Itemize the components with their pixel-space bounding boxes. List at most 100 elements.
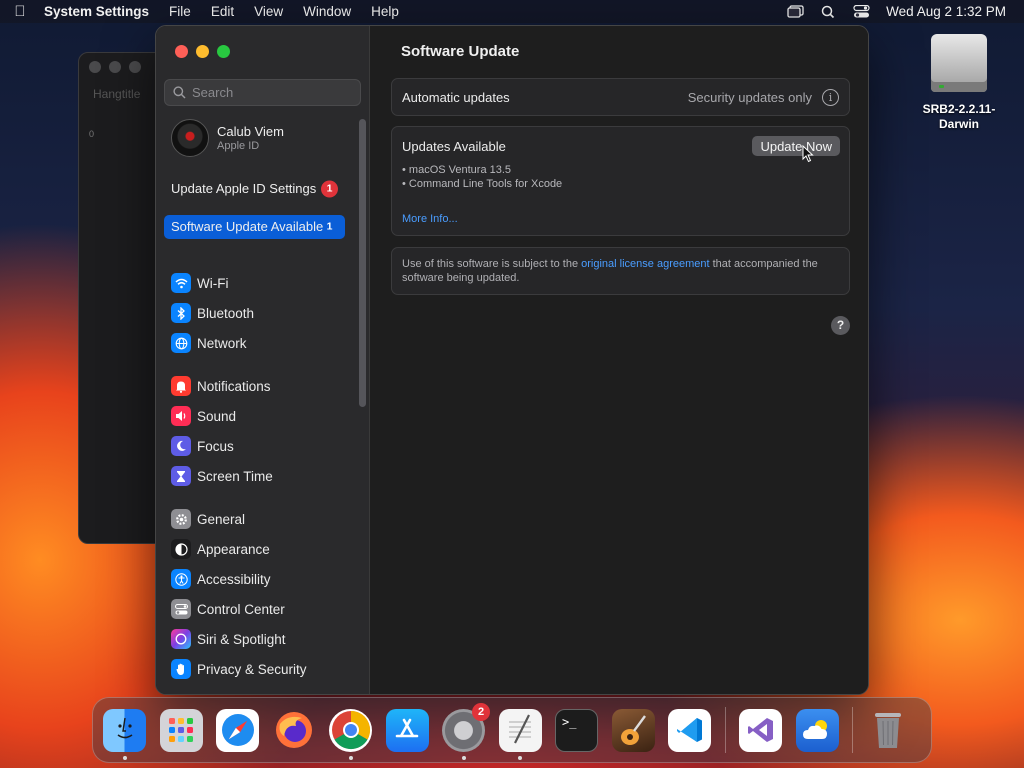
window-controls (175, 45, 230, 58)
dock-separator (724, 707, 726, 753)
menu-file[interactable]: File (159, 4, 201, 19)
info-icon[interactable]: i (822, 88, 839, 106)
accessibility-icon (171, 569, 191, 589)
menu-bar-clock[interactable]: Wed Aug 2 1:32 PM (886, 4, 1006, 19)
gear-icon (171, 509, 191, 529)
sidebar: Calub Viem Apple ID Update Apple ID Sett… (156, 26, 370, 694)
update-now-button[interactable]: Update Now (752, 136, 840, 156)
weather-icon[interactable] (795, 708, 839, 752)
siri-icon (171, 629, 191, 649)
chrome-icon[interactable] (329, 708, 372, 760)
sidebar-item-label: Update Apple ID Settings (171, 181, 317, 196)
license-agreement-link[interactable]: original license agreement (581, 258, 709, 270)
hourglass-icon (171, 466, 191, 486)
update-items-list: • macOS Ventura 13.5 • Command Line Tool… (402, 163, 562, 191)
menu-view[interactable]: View (244, 4, 293, 19)
background-window-title: Hangtitle (93, 87, 141, 101)
system-settings-icon[interactable]: 2 (442, 702, 490, 760)
safari-icon[interactable] (216, 708, 259, 752)
license-text-before: Use of this software is subject to the (402, 258, 582, 270)
minimize-window-button[interactable] (196, 45, 209, 58)
sidebar-item-focus[interactable]: Focus (164, 431, 354, 461)
firefox-icon[interactable] (273, 709, 316, 752)
sidebar-item-label: General (197, 511, 246, 527)
appearance-icon (171, 539, 191, 559)
moon-icon (171, 436, 191, 456)
desktop-disk-item[interactable]: SRB2-2.2.11-Darwin (914, 34, 1004, 132)
bluetooth-icon (171, 303, 191, 323)
dock: 2 >_ (92, 697, 932, 763)
sidebar-group-notifications: Notifications Sound Focus Screen Time (164, 371, 354, 491)
automatic-updates-panel: Automatic updates Security updates only … (391, 78, 850, 116)
menu-edit[interactable]: Edit (201, 4, 244, 19)
account-subtitle: Apple ID (217, 140, 260, 152)
close-window-button[interactable] (175, 45, 188, 58)
trash-icon[interactable] (867, 709, 910, 752)
more-info-link[interactable]: More Info... (402, 213, 458, 225)
sidebar-item-label: Network (197, 335, 247, 351)
app-menu[interactable]: System Settings (40, 4, 159, 19)
visual-studio-icon[interactable] (739, 708, 782, 752)
dock-separator (852, 707, 853, 753)
sidebar-item-label: Control Center (197, 601, 285, 617)
sidebar-item-appearance[interactable]: Appearance (164, 534, 354, 564)
sidebar-item-siri-spotlight[interactable]: Siri & Spotlight (164, 624, 354, 654)
apple-menu-icon[interactable]:  (0, 3, 40, 20)
sidebar-item-network[interactable]: Network (164, 328, 354, 358)
zoom-window-button[interactable] (217, 45, 230, 58)
help-button[interactable]: ? (831, 316, 850, 335)
desktop-disk-label[interactable]: SRB2-2.2.11-Darwin (914, 102, 1004, 132)
sidebar-item-accessibility[interactable]: Accessibility (164, 564, 354, 594)
sidebar-item-label: Bluetooth (197, 305, 255, 321)
sidebar-item-sound[interactable]: Sound (164, 401, 354, 431)
sidebar-item-update-apple-id[interactable]: Update Apple ID Settings 1 (164, 177, 345, 201)
sidebar-item-label: Software Update Available (171, 219, 324, 234)
sidebar-item-notifications[interactable]: Notifications (164, 371, 354, 401)
control-center-icon[interactable] (853, 5, 870, 18)
textedit-icon[interactable] (498, 708, 542, 760)
license-text: Use of this software is subject to the o… (392, 248, 849, 294)
sidebar-item-screen-time[interactable]: Screen Time (164, 461, 354, 491)
list-item: • macOS Ventura 13.5 (402, 164, 512, 176)
sidebar-item-label: Siri & Spotlight (197, 631, 286, 647)
automatic-updates-row: Automatic updates Security updates only … (392, 79, 849, 115)
sidebar-item-general[interactable]: General (164, 504, 354, 534)
sidebar-item-privacy-security[interactable]: Privacy & Security (164, 654, 354, 684)
sidebar-item-label: Appearance (197, 541, 270, 557)
sidebar-item-wifi[interactable]: Wi-Fi (164, 268, 354, 298)
wifi-icon (171, 273, 191, 293)
sidebar-item-control-center[interactable]: Control Center (164, 594, 354, 624)
search-field[interactable] (164, 79, 361, 106)
launchpad-icon[interactable] (159, 708, 203, 752)
automatic-updates-label: Automatic updates (402, 89, 510, 105)
app-store-icon[interactable] (385, 708, 429, 752)
vscode-icon[interactable] (668, 708, 711, 752)
sidebar-item-software-update[interactable]: Software Update Available 1 (164, 215, 345, 239)
system-settings-window: Calub Viem Apple ID Update Apple ID Sett… (155, 25, 869, 695)
mouse-cursor-icon (802, 145, 814, 163)
background-window-value: 0 (89, 129, 95, 139)
main-content: Software Update Automatic updates Securi… (371, 26, 868, 694)
sidebar-item-bluetooth[interactable]: Bluetooth (164, 298, 354, 328)
notification-badge: 1 (326, 220, 333, 233)
bell-icon (171, 376, 191, 396)
spotlight-search-icon[interactable] (820, 5, 837, 18)
updates-available-title: Updates Available (402, 139, 506, 154)
toggles-icon (171, 599, 191, 619)
garageband-icon[interactable] (611, 708, 655, 752)
sidebar-item-label: Screen Time (197, 468, 273, 484)
screen-mirroring-icon[interactable] (787, 5, 804, 18)
updates-available-panel: Updates Available Update Now • macOS Ven… (391, 126, 850, 236)
finder-icon[interactable] (103, 708, 146, 760)
avatar (171, 119, 209, 157)
notification-badge: 1 (321, 180, 338, 198)
sidebar-scrollbar[interactable] (359, 119, 366, 407)
menu-window[interactable]: Window (293, 4, 361, 19)
external-disk-icon[interactable] (931, 34, 987, 92)
apple-id-account[interactable]: Calub Viem Apple ID (171, 119, 284, 157)
speaker-icon (171, 406, 191, 426)
list-item: • Command Line Tools for Xcode (402, 178, 563, 190)
menu-help[interactable]: Help (361, 4, 409, 19)
terminal-icon[interactable]: >_ (555, 708, 598, 752)
search-input[interactable] (192, 85, 352, 100)
